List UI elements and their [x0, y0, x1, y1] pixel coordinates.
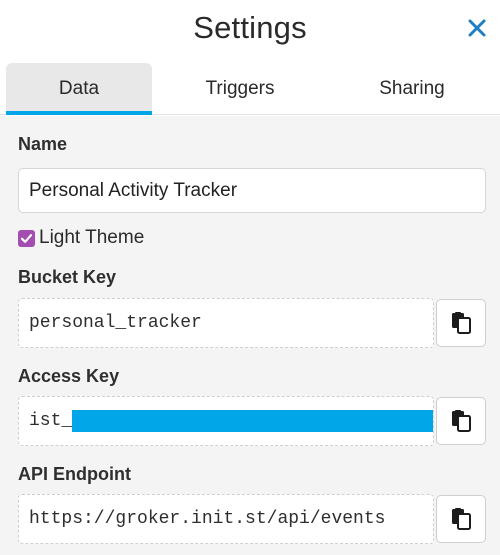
access-key-redaction	[72, 410, 433, 432]
tab-triggers-label: Triggers	[205, 77, 275, 99]
tab-data-label: Data	[58, 77, 100, 99]
copy-bucket-key-button[interactable]	[436, 299, 486, 347]
access-key-label: Access Key	[18, 366, 120, 386]
api-endpoint-value: https://groker.init.st/api/events	[29, 509, 386, 529]
bucket-key-field[interactable]: personal_tracker	[18, 298, 434, 348]
bucket-key-value: personal_tracker	[29, 313, 202, 333]
name-input[interactable]: Personal Activity Tracker	[18, 168, 486, 213]
data-settings-panel: Name Personal Activity Tracker Light The…	[0, 116, 500, 555]
tab-bar: Data Triggers Sharing	[0, 63, 500, 115]
name-input-value: Personal Activity Tracker	[29, 179, 238, 201]
tab-triggers[interactable]: Triggers	[164, 63, 316, 114]
light-theme-row[interactable]: Light Theme	[18, 226, 144, 250]
access-key-field[interactable]: ist_	[18, 396, 434, 446]
clipboard-copy-icon	[452, 410, 471, 432]
tab-sharing[interactable]: Sharing	[336, 63, 488, 114]
access-key-prefix: ist_	[29, 411, 73, 431]
tab-data[interactable]: Data	[6, 63, 152, 115]
api-endpoint-field[interactable]: https://groker.init.st/api/events	[18, 494, 434, 544]
tab-sharing-label: Sharing	[379, 77, 445, 99]
copy-access-key-button[interactable]	[436, 397, 486, 445]
clipboard-copy-icon	[452, 312, 471, 334]
copy-api-endpoint-button[interactable]	[436, 495, 486, 543]
check-icon	[20, 233, 33, 243]
close-button[interactable]	[464, 14, 490, 42]
bucket-key-label: Bucket Key	[18, 267, 117, 287]
page-title: Settings	[193, 10, 307, 45]
api-endpoint-label: API Endpoint	[18, 464, 131, 484]
name-label: Name	[18, 134, 68, 154]
clipboard-copy-icon	[452, 508, 471, 530]
light-theme-label: Light Theme	[39, 227, 145, 248]
close-icon	[468, 19, 486, 37]
light-theme-checkbox[interactable]	[18, 229, 35, 247]
settings-header: Settings	[0, 0, 500, 60]
